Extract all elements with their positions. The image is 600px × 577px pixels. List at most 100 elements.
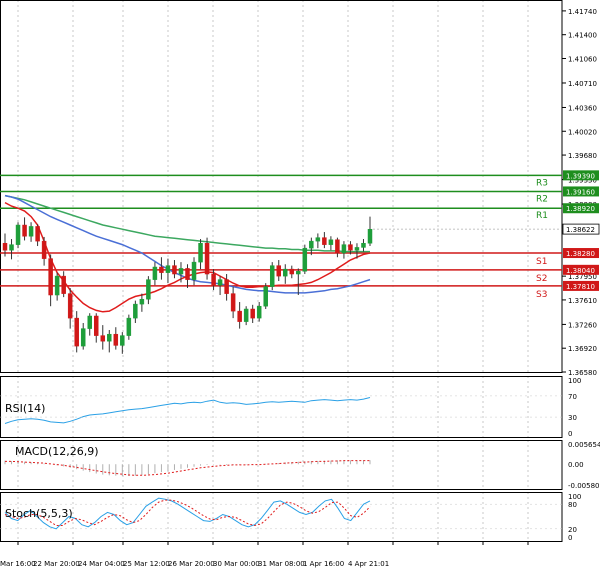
candle[interactable] xyxy=(54,272,60,301)
level-price-tag-text: 1.39390 xyxy=(566,172,595,180)
candle[interactable] xyxy=(269,262,275,291)
candle[interactable] xyxy=(263,283,268,310)
stoch-tick-label: 0 xyxy=(568,534,572,542)
candle-body xyxy=(9,244,14,251)
candle[interactable] xyxy=(367,216,373,247)
price-panel[interactable]: R3 R2 R1 S1 S2 S3 xyxy=(0,174,562,354)
candle[interactable] xyxy=(139,293,145,312)
candle[interactable] xyxy=(243,306,249,326)
candle[interactable] xyxy=(322,232,327,249)
candle[interactable] xyxy=(172,260,177,279)
candle[interactable] xyxy=(302,244,308,275)
candle[interactable] xyxy=(341,241,347,259)
candle[interactable] xyxy=(250,304,255,324)
candle-body xyxy=(41,240,47,259)
candle[interactable] xyxy=(15,222,21,249)
candle[interactable] xyxy=(113,327,119,350)
candle[interactable] xyxy=(185,264,190,289)
candle[interactable] xyxy=(22,217,27,241)
x-tick-label: Mar 16:00 xyxy=(0,560,36,568)
y-tick-label: 1.37610 xyxy=(568,297,597,305)
candle-body xyxy=(191,261,197,280)
candle-body xyxy=(348,244,353,251)
candle[interactable] xyxy=(107,330,112,353)
candle[interactable] xyxy=(133,300,138,324)
candle[interactable] xyxy=(61,271,66,298)
stoch-title: Stoch(5,5,3) xyxy=(5,507,73,520)
candle-body xyxy=(361,242,366,248)
y-tick-label: 1.41740 xyxy=(568,8,597,16)
panel-frames xyxy=(0,0,563,542)
macd-title: MACD(12,26,9) xyxy=(15,445,99,458)
candle[interactable] xyxy=(28,222,34,242)
candle[interactable] xyxy=(35,224,40,247)
rsi-panel[interactable] xyxy=(0,395,562,424)
level-label-s3: S3 xyxy=(536,290,547,300)
candle[interactable] xyxy=(41,236,47,266)
candle-body xyxy=(146,279,151,300)
candle[interactable] xyxy=(256,302,262,322)
candle-body xyxy=(87,315,92,329)
candle[interactable] xyxy=(152,262,158,286)
candle[interactable] xyxy=(198,239,203,270)
level-label-r2: R2 xyxy=(536,194,548,204)
candle[interactable] xyxy=(289,265,295,279)
candle[interactable] xyxy=(80,323,86,350)
y-tick-label: 1.37260 xyxy=(568,321,597,329)
candle[interactable] xyxy=(361,239,366,252)
candle[interactable] xyxy=(204,237,210,280)
candle[interactable] xyxy=(335,237,340,258)
rsi-tick-label: 0 xyxy=(568,430,572,438)
candle[interactable] xyxy=(315,233,321,249)
candle[interactable] xyxy=(67,288,73,329)
candle[interactable] xyxy=(165,258,171,284)
axis-layer: 1.41740 1.41400 1.41060 1.40710 1.40360 1.400… xyxy=(0,8,600,568)
y-tick-label: 1.36920 xyxy=(568,345,597,353)
candle[interactable] xyxy=(230,286,236,319)
y-tick-label: 1.40360 xyxy=(568,104,597,112)
candle[interactable] xyxy=(9,239,14,260)
stoch-panel[interactable] xyxy=(0,497,562,530)
y-tick-label: 1.40020 xyxy=(568,128,597,136)
candle-body xyxy=(94,315,99,336)
panel-frame xyxy=(0,0,563,373)
stoch-tick-label: 100 xyxy=(568,493,581,501)
ma-fast-line xyxy=(4,201,371,313)
candle[interactable] xyxy=(126,314,132,340)
candle-body xyxy=(133,303,138,319)
candle[interactable] xyxy=(296,268,301,296)
candle-body xyxy=(74,317,79,347)
candle[interactable] xyxy=(276,260,281,282)
candle-body xyxy=(165,265,171,273)
forex-chart-window: R3 R2 R1 S1 S2 S3 1.41740 1.41400 1.41060 1.4071… xyxy=(0,0,600,573)
candle[interactable] xyxy=(48,254,53,307)
candle-body xyxy=(67,293,73,319)
panel-frame xyxy=(0,492,563,542)
candle[interactable] xyxy=(87,313,92,336)
candle[interactable] xyxy=(100,325,106,350)
candle-body xyxy=(185,268,190,280)
candle[interactable] xyxy=(237,302,242,329)
candle[interactable] xyxy=(159,257,164,280)
candle-body xyxy=(100,335,106,342)
candle[interactable] xyxy=(328,236,334,251)
candle-body xyxy=(22,224,27,237)
candle-body xyxy=(139,298,145,305)
rsi-line xyxy=(4,397,371,424)
candle-body xyxy=(250,308,255,319)
candle[interactable] xyxy=(74,311,79,353)
candle[interactable] xyxy=(94,313,99,343)
candle-body xyxy=(296,270,301,275)
candle-body xyxy=(48,258,53,296)
chart-canvas[interactable]: R3 R2 R1 S1 S2 S3 1.41740 1.41400 1.41060 1.4071… xyxy=(0,0,600,573)
candle[interactable] xyxy=(120,332,125,354)
macd-panel[interactable] xyxy=(4,460,371,477)
candle-body xyxy=(283,268,288,277)
candle[interactable] xyxy=(283,264,288,284)
candle-body xyxy=(256,305,262,319)
rsi-tick-label: 70 xyxy=(568,393,577,401)
x-tick-label: 31 Mar 08:00 xyxy=(258,560,305,568)
candle[interactable] xyxy=(146,276,151,305)
candle-body xyxy=(204,242,210,275)
candle-body xyxy=(354,247,360,251)
